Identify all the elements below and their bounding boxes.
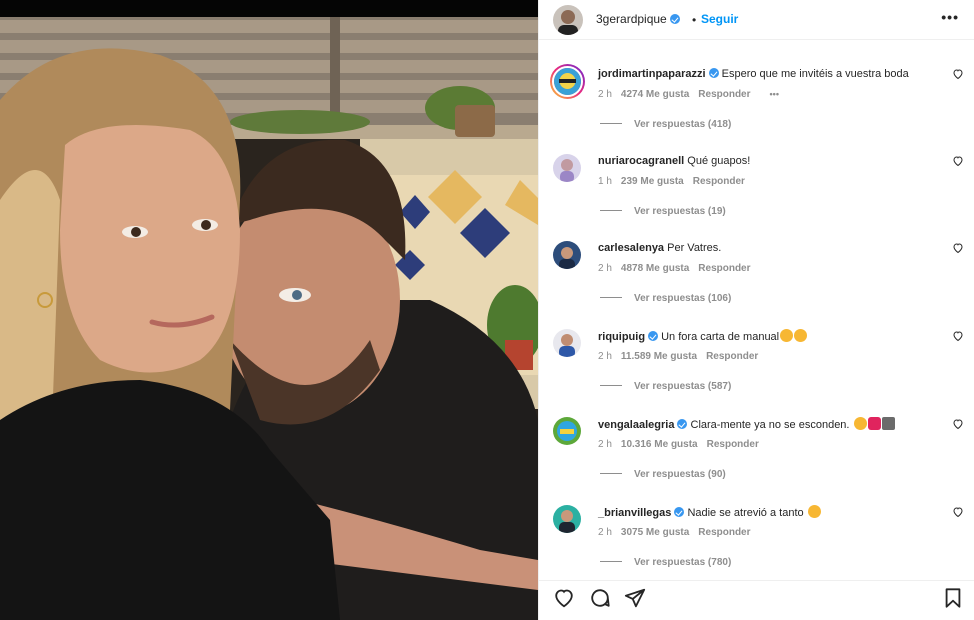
comment-body: Nadie se atrevió a tanto <box>687 507 804 519</box>
comment-time: 1 h <box>598 176 612 187</box>
comment-meta: 2 h 4878 Me gusta Responder <box>598 263 760 274</box>
more-options-icon[interactable]: ••• <box>941 9 959 25</box>
reply-button[interactable]: Responder <box>693 176 745 187</box>
comment-likes[interactable]: 4878 Me gusta <box>621 263 689 274</box>
comment-likes[interactable]: 4274 Me gusta <box>621 89 689 100</box>
reply-button[interactable]: Responder <box>698 89 750 100</box>
camera-emoji-icon <box>881 417 895 430</box>
comment-options-icon[interactable]: ••• <box>770 89 779 99</box>
comment-likes[interactable]: 11.589 Me gusta <box>621 351 697 362</box>
comment-username[interactable]: nuriarocagranell <box>598 155 684 167</box>
comment-likes[interactable]: 10.316 Me gusta <box>621 439 698 450</box>
heart-eyes-emoji-icon <box>780 329 794 342</box>
comment-meta: 2 h 3075 Me gusta Responder <box>598 527 760 538</box>
comment-item: nuriarocagranell Qué guapos! 1 h 239 Me g… <box>539 154 974 242</box>
comment-username[interactable]: carlesalenya <box>598 242 664 254</box>
view-replies-button[interactable]: Ver respuestas (19) <box>600 206 726 217</box>
verified-badge-icon <box>677 419 688 429</box>
author-name[interactable]: 3gerardpique <box>596 12 667 26</box>
comment-text: riquipuig Un fora carta de manual <box>598 329 808 344</box>
verified-badge-icon <box>708 68 719 78</box>
comment-meta: 2 h 4274 Me gusta Responder ••• <box>598 89 788 100</box>
like-comment-heart-icon[interactable] <box>952 330 964 342</box>
verified-badge-icon <box>674 507 685 517</box>
view-replies-button[interactable]: Ver respuestas (780) <box>600 557 731 568</box>
post-header: 3gerardpique • Seguir ••• <box>539 0 974 40</box>
comment-text: vengalaalegria Clara-mente ya no se esco… <box>598 417 895 432</box>
red-heart-emoji-icon <box>867 417 881 430</box>
header-separator: • <box>692 13 697 27</box>
comment-username[interactable]: riquipuig <box>598 331 645 343</box>
comment-body: Clara-mente ya no se esconden. <box>690 419 850 431</box>
view-replies-button[interactable]: Ver respuestas (418) <box>600 119 731 130</box>
author-avatar[interactable] <box>553 5 583 35</box>
comment-item: vengalaalegria Clara-mente ya no se esco… <box>539 417 974 505</box>
like-comment-heart-icon[interactable] <box>952 68 964 80</box>
like-comment-heart-icon[interactable] <box>952 418 964 430</box>
comment-meta: 2 h 10.316 Me gusta Responder <box>598 439 768 450</box>
comment-likes[interactable]: 3075 Me gusta <box>621 527 689 538</box>
comment-body: Qué guapos! <box>687 155 751 167</box>
commenter-avatar[interactable] <box>553 505 581 533</box>
comment-time: 2 h <box>598 263 612 274</box>
post-photo[interactable] <box>0 0 538 620</box>
comment-time: 2 h <box>598 439 612 450</box>
like-comment-heart-icon[interactable] <box>952 242 964 254</box>
comment-username[interactable]: vengalaalegria <box>598 419 674 431</box>
reply-button[interactable]: Responder <box>698 527 750 538</box>
comments-list[interactable]: jordimartinpaparazzi Espero que me invit… <box>539 41 974 573</box>
author-username[interactable]: 3gerardpique <box>596 12 680 26</box>
commenter-avatar[interactable] <box>553 329 581 357</box>
comment-item: carlesalenya Per Vatres. 2 h 4878 Me gust… <box>539 241 974 329</box>
commenter-avatar[interactable] <box>550 64 585 99</box>
comment-body: Espero que me invitéis a vuestra boda <box>721 68 909 80</box>
verified-badge-icon <box>648 331 659 341</box>
selfie-illustration <box>0 17 538 620</box>
heart-icon[interactable] <box>553 587 575 609</box>
comment-time: 2 h <box>598 527 612 538</box>
comment-time: 2 h <box>598 89 612 100</box>
commenter-avatar[interactable] <box>553 154 581 182</box>
commenter-avatar[interactable] <box>553 417 581 445</box>
comment-item: riquipuig Un fora carta de manual 2 h 11.… <box>539 329 974 417</box>
view-replies-button[interactable]: Ver respuestas (90) <box>600 469 726 480</box>
bookmark-icon[interactable] <box>942 587 964 609</box>
reply-button[interactable]: Responder <box>707 439 759 450</box>
comment-item: _brianvillegas Nadie se atrevió a tanto … <box>539 505 974 573</box>
paper-plane-icon[interactable] <box>624 587 646 609</box>
comment-icon[interactable] <box>589 587 611 609</box>
like-comment-heart-icon[interactable] <box>952 155 964 167</box>
comment-text: jordimartinpaparazzi Espero que me invit… <box>598 67 909 81</box>
comment-item: jordimartinpaparazzi Espero que me invit… <box>539 64 974 155</box>
comment-body: Per Vatres. <box>667 242 722 254</box>
view-replies-button[interactable]: Ver respuestas (106) <box>600 293 731 304</box>
comment-text: nuriarocagranell Qué guapos! <box>598 154 750 168</box>
comment-likes[interactable]: 239 Me gusta <box>621 176 684 187</box>
post-side-panel: 3gerardpique • Seguir ••• jordimartinpap… <box>538 0 974 620</box>
comment-username[interactable]: _brianvillegas <box>598 507 671 519</box>
reply-button[interactable]: Responder <box>698 263 750 274</box>
comment-body: Un fora carta de manual <box>661 331 780 343</box>
scream-emoji-icon <box>853 417 867 430</box>
comment-meta: 2 h 11.589 Me gusta Responder <box>598 351 767 362</box>
view-replies-button[interactable]: Ver respuestas (587) <box>600 381 731 392</box>
verified-badge-icon <box>669 14 680 24</box>
heart-eyes-emoji-icon <box>794 329 808 342</box>
follow-button[interactable]: Seguir <box>701 12 738 26</box>
like-comment-heart-icon[interactable] <box>952 506 964 518</box>
flushed-emoji-icon <box>807 505 821 518</box>
comment-text: carlesalenya Per Vatres. <box>598 241 721 255</box>
comment-text: _brianvillegas Nadie se atrevió a tanto <box>598 505 821 520</box>
instagram-post: 3gerardpique • Seguir ••• jordimartinpap… <box>0 0 974 620</box>
reply-button[interactable]: Responder <box>706 351 758 362</box>
commenter-avatar[interactable] <box>553 241 581 269</box>
comment-username[interactable]: jordimartinpaparazzi <box>598 68 706 80</box>
post-action-bar <box>539 580 974 614</box>
comment-meta: 1 h 239 Me gusta Responder <box>598 176 754 187</box>
comment-time: 2 h <box>598 351 612 362</box>
